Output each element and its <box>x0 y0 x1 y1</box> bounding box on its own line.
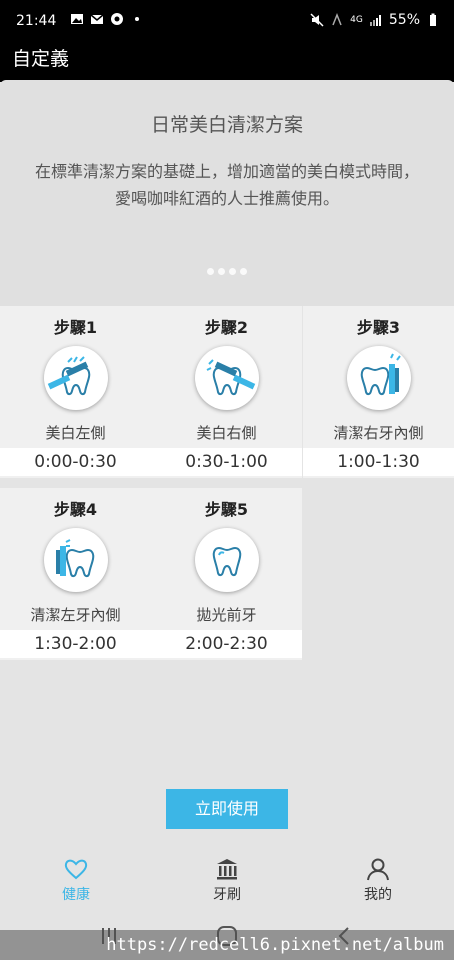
step-name: 美白右側 <box>196 424 257 442</box>
nav-label: 健康 <box>62 887 90 903</box>
status-time: 21:44 <box>16 13 57 29</box>
battery-icon <box>430 13 436 26</box>
brush-inner-right-tooth-icon <box>347 346 411 410</box>
page-dot <box>207 268 214 275</box>
step-label: 步驟3 <box>356 318 401 337</box>
notification-icons <box>70 12 144 26</box>
plan-card[interactable]: 日常美白清潔方案 在標準清潔方案的基礎上，增加適當的美白模式時間，愛喝咖啡紅酒的… <box>0 80 454 306</box>
status-bar: 21:44 4G 55% <box>0 0 454 40</box>
step-label: 步驟4 <box>53 500 98 519</box>
step-card[interactable]: 步驟4 清潔左牙內側 1:30-2:00 <box>0 488 151 660</box>
image-notification-icon <box>71 14 83 24</box>
step-name: 清潔左牙內側 <box>30 606 121 624</box>
step-card[interactable]: 步驟5 拋光前牙 2:00-2:30 <box>151 488 302 660</box>
page-title: 自定義 <box>12 48 70 70</box>
step-label: 步驟5 <box>204 500 249 519</box>
plan-description: 在標準清潔方案的基礎上，增加適當的美白模式時間，愛喝咖啡紅酒的人士推薦使用。 <box>34 162 419 208</box>
page-indicator <box>0 268 454 275</box>
step-label: 步驟1 <box>53 318 98 337</box>
nav-item-toothbrush[interactable]: 牙刷 <box>187 856 267 904</box>
page-dot <box>218 268 225 275</box>
step-name: 美白左側 <box>45 424 106 442</box>
chrome-notification-icon <box>111 13 123 25</box>
step-name: 拋光前牙 <box>196 606 257 624</box>
nav-label: 我的 <box>364 887 392 903</box>
user-icon <box>367 858 389 881</box>
heart-icon <box>64 859 88 880</box>
page-dot <box>240 268 247 275</box>
wifi-calling-icon <box>332 13 342 26</box>
plan-title: 日常美白清潔方案 <box>150 114 303 136</box>
step-time: 0:30-1:00 <box>151 448 302 476</box>
step-time: 1:00-1:30 <box>303 448 454 476</box>
mute-icon <box>310 13 324 27</box>
app-header: 自定義 <box>0 40 454 82</box>
nav-item-profile[interactable]: 我的 <box>338 856 418 904</box>
step-card[interactable]: 步驟1 美白左側 0:00-0:30 <box>0 306 151 478</box>
step-card[interactable]: 步驟3 清潔右牙內側 1:00-1:30 <box>303 306 454 478</box>
nav-label: 牙刷 <box>213 887 241 903</box>
brush-right-tooth-icon <box>195 346 259 410</box>
step-label: 步驟2 <box>204 318 249 337</box>
network-type: 4G <box>350 15 363 25</box>
step-name: 清潔右牙內側 <box>333 424 424 442</box>
step-time: 1:30-2:00 <box>0 630 151 658</box>
step-time: 0:00-0:30 <box>0 448 151 476</box>
watermark: https://redcell6.pixnet.net/album <box>0 930 454 960</box>
mail-notification-icon <box>90 14 104 24</box>
brush-left-tooth-icon <box>44 346 108 410</box>
signal-icon <box>369 15 381 26</box>
battery-percent: 55% <box>388 12 420 28</box>
system-icons: 4G 55% <box>310 12 440 28</box>
toothbrush-bank-icon <box>217 859 237 880</box>
nav-item-health[interactable]: 健康 <box>36 856 116 904</box>
use-now-button[interactable]: 立即使用 <box>166 789 288 829</box>
step-card[interactable]: 步驟2 美白右側 0:30-1:00 <box>151 306 302 478</box>
more-dot-icon <box>135 17 139 21</box>
brush-inner-left-tooth-icon <box>44 528 108 592</box>
bottom-nav: 健康 牙刷 我的 <box>0 852 454 912</box>
step-time: 2:00-2:30 <box>151 630 302 658</box>
tooth-polish-icon <box>195 528 259 592</box>
page-dot <box>229 268 236 275</box>
